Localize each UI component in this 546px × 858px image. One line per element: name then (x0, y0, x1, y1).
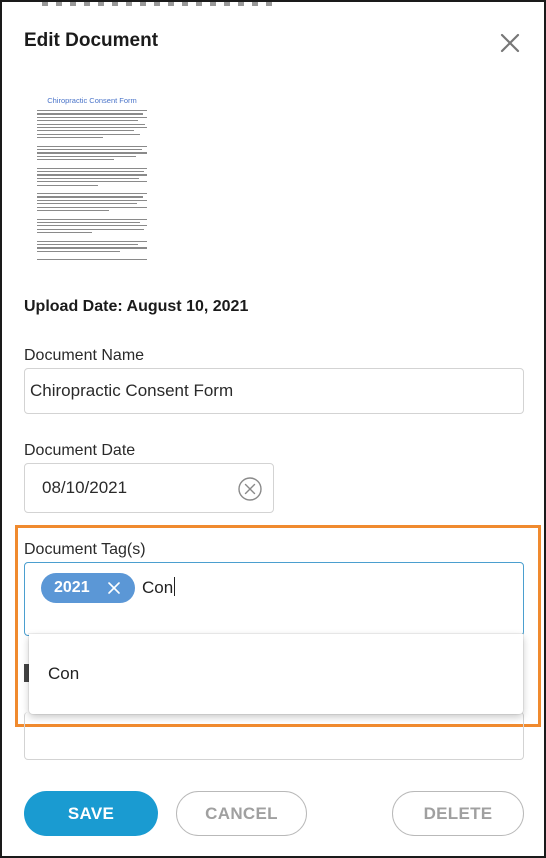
close-icon[interactable] (496, 29, 524, 57)
upload-date: Upload Date: August 10, 2021 (24, 298, 249, 315)
tag-suggestions-dropdown: Con (29, 634, 523, 714)
tag-typed-value: Con (142, 578, 174, 597)
document-tags-input[interactable]: 2021 Con (24, 562, 524, 636)
tag-chip-2021[interactable]: 2021 (41, 573, 135, 603)
save-button[interactable]: SAVE (24, 791, 158, 836)
tag-suggestion-option[interactable]: Con (48, 664, 79, 684)
document-date-value: 08/10/2021 (42, 478, 128, 497)
hidden-field-input[interactable] (24, 712, 524, 760)
document-name-input[interactable]: Chiropractic Consent Form (24, 368, 524, 414)
delete-button[interactable]: DELETE (392, 791, 524, 836)
thumbnail-title: Chiropractic Consent Form (47, 96, 137, 105)
document-name-label: Document Name (24, 347, 145, 364)
document-date-label: Document Date (24, 442, 136, 459)
background-text-fragment (42, 2, 272, 6)
document-name-value: Chiropractic Consent Form (30, 381, 234, 400)
close-icon[interactable] (107, 581, 121, 595)
close-button[interactable] (496, 29, 524, 57)
clear-circle-icon[interactable] (237, 476, 263, 502)
cancel-button[interactable]: CANCEL (176, 791, 307, 836)
tag-typed-text[interactable]: Con (142, 577, 176, 598)
text-caret (174, 577, 176, 596)
dialog-title: Edit Document (24, 30, 159, 51)
thumbnail-body-text (24, 110, 160, 261)
edit-document-dialog: Edit Document Chiropractic Consent Form … (0, 0, 546, 858)
document-thumbnail: Chiropractic Consent Form (24, 90, 160, 266)
tag-chip-label: 2021 (54, 579, 90, 596)
document-date-input[interactable]: 08/10/2021 (24, 463, 274, 513)
document-tags-label: Document Tag(s) (24, 541, 146, 558)
